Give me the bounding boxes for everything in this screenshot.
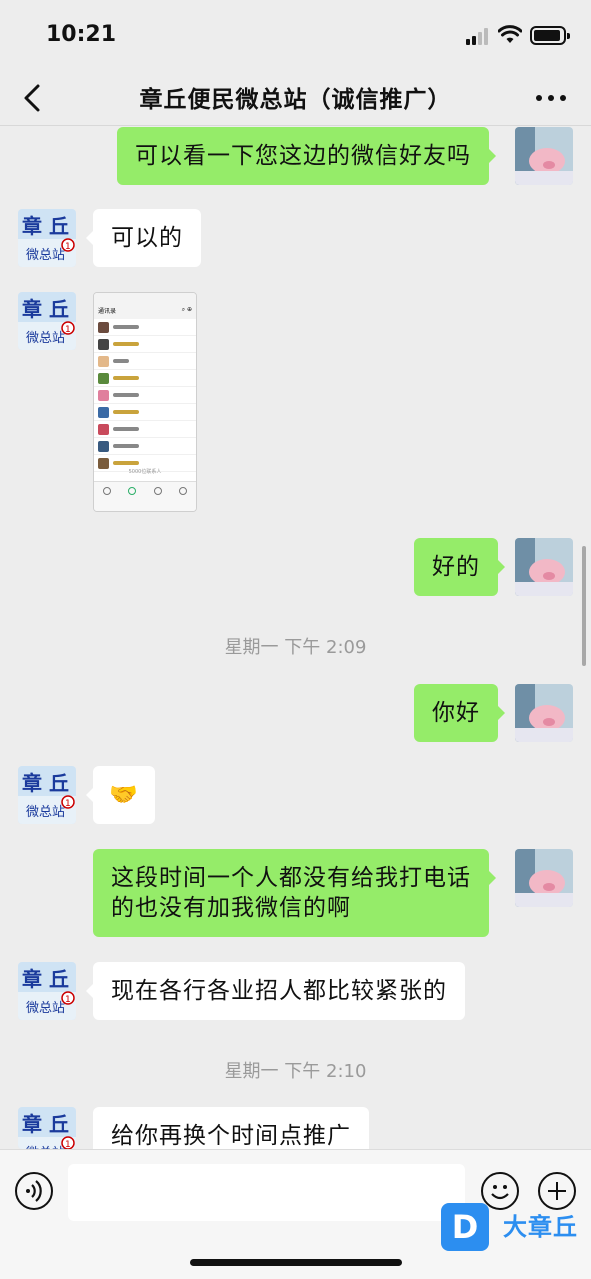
contact-avatar[interactable]: 章 丘 微总站 1 bbox=[18, 292, 76, 350]
image-message-contacts-screenshot[interactable]: 通讯录 ⌕ ⊕ 5000位联系人 bbox=[93, 292, 197, 512]
message-bubble-incoming[interactable]: 可以的 bbox=[86, 209, 201, 267]
svg-text:章 丘: 章 丘 bbox=[22, 967, 69, 991]
zhangqiu-logo-icon: 章 丘 微总站 1 bbox=[18, 292, 76, 350]
message-bubble-incoming[interactable]: 🤝 bbox=[86, 766, 155, 824]
watermark-text: 大章丘 bbox=[503, 1213, 578, 1241]
contact-avatar[interactable]: 章 丘 微总站 1 bbox=[18, 766, 76, 824]
message-bubble-incoming[interactable]: 给你再换个时间点推广 bbox=[93, 1107, 369, 1149]
message-bubble-outgoing[interactable]: 你好 bbox=[414, 684, 505, 742]
watermark-logo: D bbox=[441, 1203, 489, 1251]
svg-text:1: 1 bbox=[65, 799, 71, 809]
status-time: 10:21 bbox=[46, 22, 117, 47]
pig-avatar-icon bbox=[515, 538, 573, 596]
my-avatar[interactable] bbox=[515, 127, 573, 185]
message-bubble-incoming[interactable]: 现在各行各业招人都比较紧张的 bbox=[86, 962, 465, 1020]
message-bubble-outgoing[interactable]: 好的 bbox=[414, 538, 505, 596]
contact-avatar[interactable]: 章 丘 微总站 1 bbox=[18, 962, 76, 1020]
chat-header: 章丘便民微总站（诚信推广） bbox=[0, 70, 591, 126]
message-timestamp: 星期一 下午 2:10 bbox=[224, 1061, 367, 1082]
pig-avatar-icon bbox=[515, 684, 573, 742]
zhangqiu-logo-icon: 章 丘 微总站 1 bbox=[18, 962, 76, 1020]
signal-icon bbox=[466, 27, 490, 45]
svg-text:章 丘: 章 丘 bbox=[22, 1112, 69, 1136]
preview-header: 通讯录 ⌕ ⊕ bbox=[94, 302, 196, 319]
message-bubble-outgoing[interactable]: 这段时间一个人都没有给我打电话 的也没有加我微信的啊 bbox=[93, 849, 496, 937]
zhangqiu-logo-icon: 章 丘 微总站 1 bbox=[18, 209, 76, 267]
chat-title: 章丘便民微总站（诚信推广） bbox=[139, 87, 452, 113]
status-bar: 10:21 bbox=[0, 0, 591, 70]
my-avatar[interactable] bbox=[515, 538, 573, 596]
contact-avatar[interactable]: 章 丘 微总站 1 bbox=[18, 209, 76, 267]
svg-text:1: 1 bbox=[65, 325, 71, 335]
battery-icon bbox=[530, 26, 570, 45]
handshake-emoji: 🤝 bbox=[109, 782, 139, 808]
svg-text:微总站: 微总站 bbox=[26, 1001, 65, 1016]
svg-text:1: 1 bbox=[65, 1140, 71, 1149]
message-timestamp: 星期一 下午 2:09 bbox=[224, 637, 367, 658]
my-avatar[interactable] bbox=[515, 849, 573, 907]
zhangqiu-logo-icon: 章 丘 微总站 1 bbox=[18, 766, 76, 824]
watermark: D 大章丘 bbox=[441, 1203, 586, 1255]
svg-text:章 丘: 章 丘 bbox=[22, 214, 69, 238]
svg-text:1: 1 bbox=[65, 242, 71, 252]
chat-scrollbar[interactable] bbox=[582, 546, 586, 666]
message-text-line: 这段时间一个人都没有给我打电话 bbox=[111, 865, 471, 891]
svg-text:微总站: 微总站 bbox=[26, 805, 65, 820]
home-indicator[interactable] bbox=[190, 1259, 402, 1266]
svg-text:1: 1 bbox=[65, 995, 71, 1005]
wifi-icon bbox=[498, 25, 522, 43]
svg-text:章 丘: 章 丘 bbox=[22, 297, 69, 321]
pig-avatar-icon bbox=[515, 127, 573, 185]
pig-avatar-icon bbox=[515, 849, 573, 907]
svg-text:微总站: 微总站 bbox=[26, 248, 65, 263]
message-input[interactable] bbox=[68, 1164, 465, 1221]
zhangqiu-logo-icon: 章 丘 微总站 1 bbox=[18, 1107, 76, 1149]
more-dots-icon[interactable] bbox=[533, 84, 569, 112]
my-avatar[interactable] bbox=[515, 684, 573, 742]
svg-text:微总站: 微总站 bbox=[26, 331, 65, 346]
voice-icon[interactable] bbox=[15, 1172, 53, 1210]
contact-avatar[interactable]: 章 丘 微总站 1 bbox=[18, 1107, 76, 1149]
svg-text:章 丘: 章 丘 bbox=[22, 771, 69, 795]
message-text-line: 的也没有加我微信的啊 bbox=[111, 895, 351, 921]
message-bubble-outgoing[interactable]: 可以看一下您这边的微信好友吗 bbox=[117, 127, 496, 185]
